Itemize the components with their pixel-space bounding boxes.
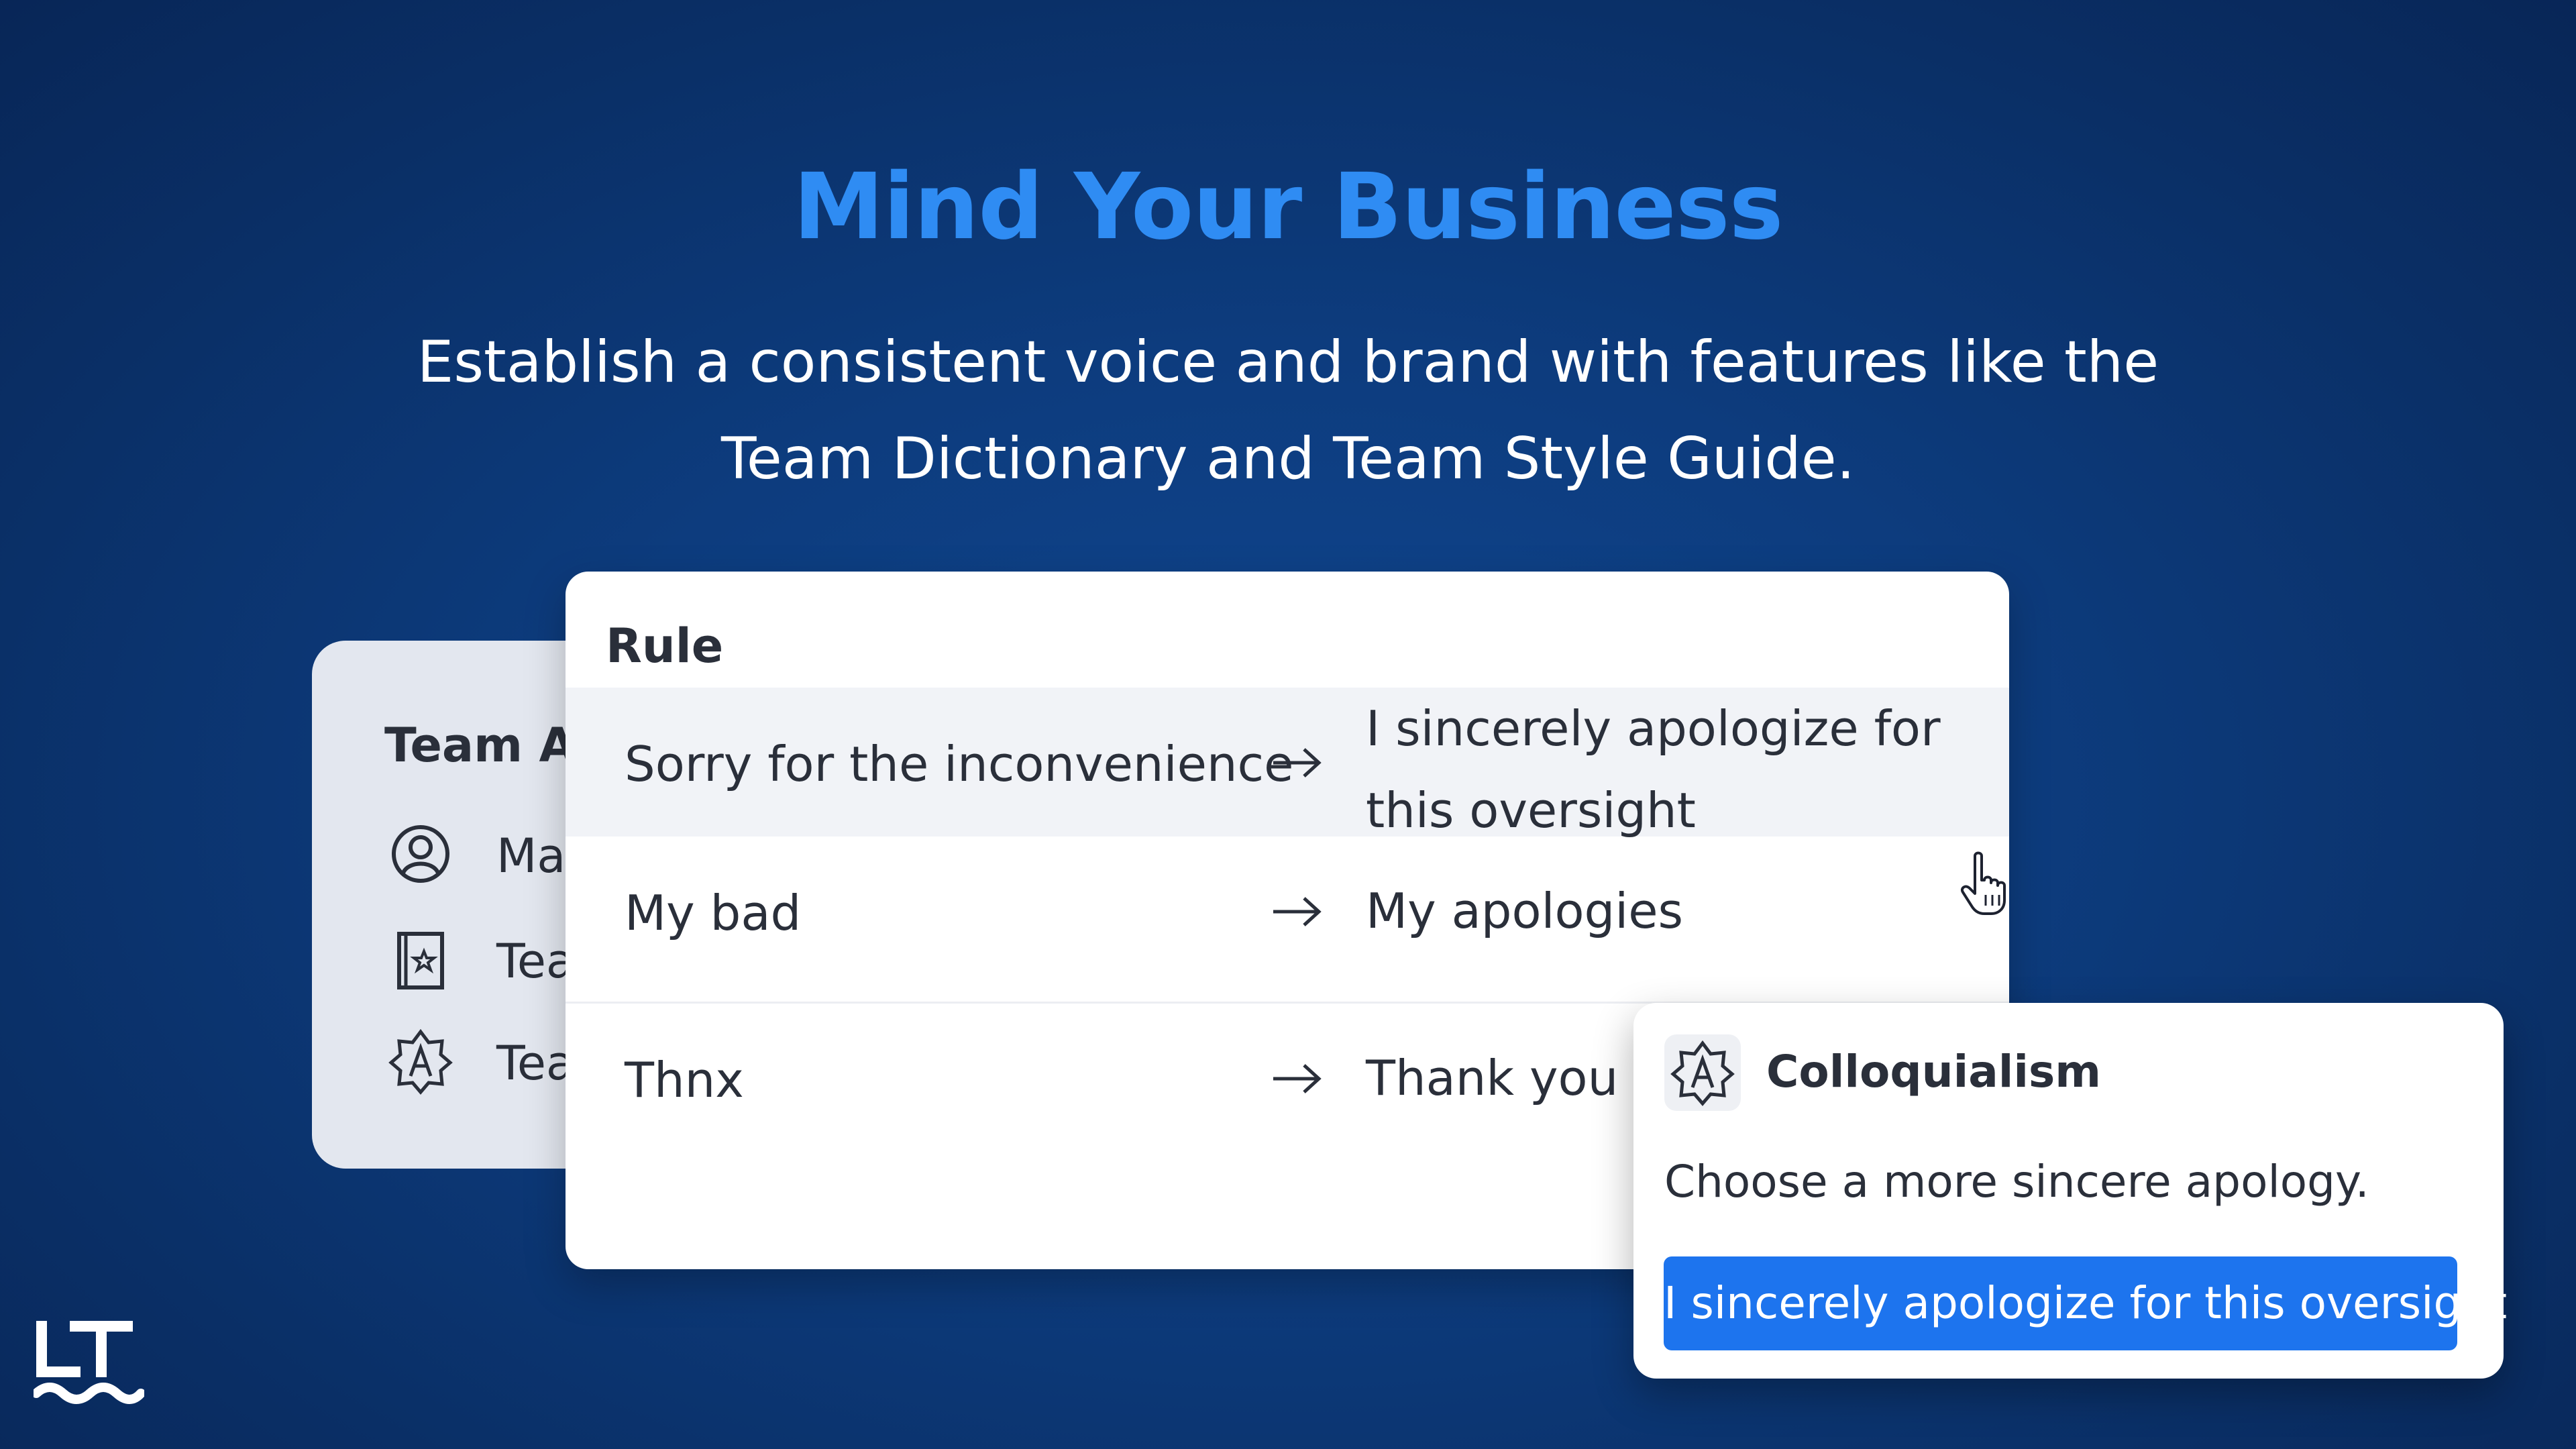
arrow-right-icon	[1273, 748, 1322, 777]
rule-from-text: My bad	[625, 885, 802, 941]
suggestion-popup: Colloquialism Choose a more sincere apol…	[1633, 1003, 2507, 1379]
suggestion-button[interactable]: I sincerely apologize for this oversight	[1664, 1256, 2507, 1350]
hand-pointer-icon	[1961, 851, 2006, 915]
user-circle-icon	[392, 825, 449, 883]
rule-to-text: My apologies	[1366, 883, 1684, 939]
rule-row[interactable]: Sorry for the inconvenience I sincerely …	[566, 688, 2009, 839]
page-title: Mind Your Business	[793, 154, 1783, 260]
rule-row[interactable]: My bad My apologies	[566, 837, 2009, 1002]
rule-to-text: I sincerely apologize for this oversight	[1366, 700, 1941, 839]
arrow-right-icon	[1273, 1064, 1322, 1093]
page-subtitle: Establish a consistent voice and brand w…	[417, 329, 2159, 492]
rule-from-text: Sorry for the inconvenience	[625, 736, 1294, 792]
popup-icon-box	[1664, 1034, 1741, 1111]
brand-logo	[34, 1321, 144, 1404]
style-badge-icon	[388, 1028, 453, 1095]
rule-column-header: Rule	[606, 619, 724, 674]
book-star-icon	[397, 932, 444, 989]
style-badge-icon	[1670, 1040, 1735, 1106]
arrow-right-icon	[1273, 897, 1322, 926]
rule-from-text: Thnx	[625, 1052, 744, 1108]
popup-message: Choose a more sincere apology.	[1664, 1156, 2369, 1208]
popup-title: Colloquialism	[1766, 1046, 2102, 1097]
